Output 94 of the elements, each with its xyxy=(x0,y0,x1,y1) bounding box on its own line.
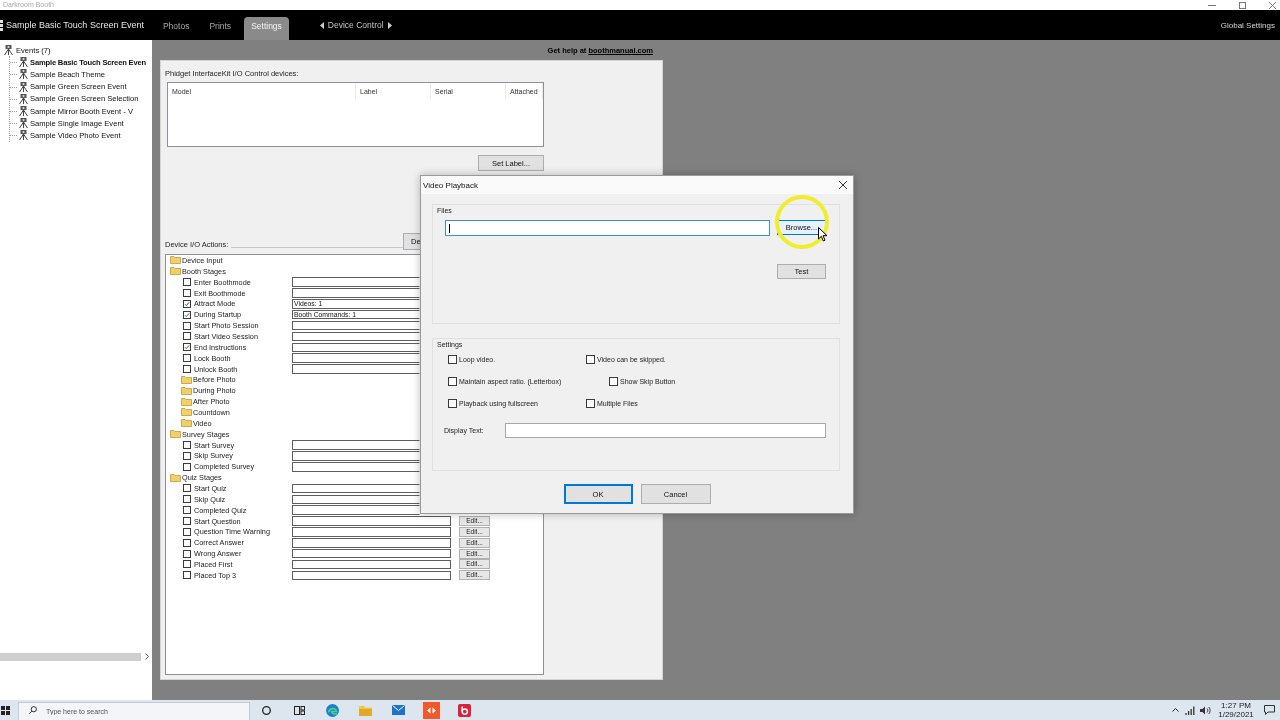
action-field[interactable] xyxy=(292,462,420,472)
action-field[interactable] xyxy=(292,288,420,298)
nav-tab[interactable]: Photos xyxy=(155,17,197,40)
action-field[interactable] xyxy=(292,505,420,515)
checkbox[interactable] xyxy=(609,376,618,386)
folder-icon xyxy=(181,375,192,384)
start-grid-icon[interactable] xyxy=(1,705,10,715)
mail-icon[interactable] xyxy=(392,705,405,715)
close-icon[interactable] xyxy=(839,181,847,189)
checkbox[interactable] xyxy=(183,571,191,580)
clock-time: 1:27 PM xyxy=(1221,701,1251,710)
dialog-title: Video Playback xyxy=(423,180,478,190)
checkbox[interactable] xyxy=(183,506,191,515)
notification-icon[interactable] xyxy=(1263,705,1275,715)
camera-tripod-icon xyxy=(19,69,28,80)
clock-date: 1/29/2021 xyxy=(1218,710,1254,719)
camera-tripod-icon xyxy=(19,93,28,104)
camera-tripod-icon xyxy=(19,57,28,68)
folder-icon xyxy=(181,386,192,395)
checkbox[interactable] xyxy=(183,527,191,536)
checkbox[interactable] xyxy=(183,332,191,341)
event-title: Sample Basic Touch Screen Event xyxy=(6,20,144,30)
camera-tripod-icon xyxy=(4,45,13,56)
action-field[interactable] xyxy=(292,451,420,461)
action-field[interactable] xyxy=(292,277,420,287)
caret-left-icon[interactable] xyxy=(319,21,324,29)
device-control-tab[interactable]: Device Control xyxy=(327,20,384,30)
checkbox[interactable] xyxy=(183,310,191,319)
checkbox[interactable] xyxy=(183,299,191,308)
checkbox[interactable] xyxy=(183,560,191,569)
checkbox[interactable] xyxy=(183,321,191,330)
camera-tripod-icon xyxy=(19,81,28,92)
camera-tripod-icon xyxy=(19,130,28,141)
highlight-ring-icon xyxy=(775,195,829,249)
checkbox[interactable] xyxy=(183,451,191,460)
checkbox[interactable] xyxy=(183,495,191,504)
checkbox[interactable] xyxy=(183,365,191,373)
signal-icon[interactable] xyxy=(1185,705,1195,715)
action-field[interactable] xyxy=(292,483,420,494)
checkbox[interactable] xyxy=(448,398,457,408)
action-field[interactable] xyxy=(292,527,451,537)
file-path-field[interactable] xyxy=(445,220,770,236)
circle-icon[interactable] xyxy=(262,705,271,715)
task-view-icon[interactable] xyxy=(294,705,305,715)
folder-icon xyxy=(181,408,192,417)
action-field[interactable] xyxy=(292,440,420,450)
folder-icon xyxy=(170,256,181,265)
minimize-icon[interactable] xyxy=(1208,4,1216,6)
caret-right-icon[interactable] xyxy=(387,21,392,29)
swirl-icon[interactable] xyxy=(326,703,339,717)
checkbox[interactable] xyxy=(183,549,191,558)
tile-arrows-icon[interactable] xyxy=(423,701,440,719)
folder-icon xyxy=(181,419,192,428)
checkbox[interactable] xyxy=(183,354,191,363)
checkbox[interactable] xyxy=(183,278,191,287)
checkbox[interactable] xyxy=(183,462,191,471)
camera-tripod-icon xyxy=(19,106,28,117)
action-field[interactable] xyxy=(292,364,420,374)
search-icon xyxy=(29,706,37,714)
checkbox[interactable] xyxy=(183,441,191,450)
nav-tab[interactable]: Prints xyxy=(202,17,239,40)
checkbox[interactable] xyxy=(586,354,595,364)
action-field[interactable] xyxy=(292,548,451,559)
action-field[interactable] xyxy=(292,331,420,342)
checkbox[interactable] xyxy=(183,484,191,493)
folder-icon xyxy=(170,430,181,439)
checkbox[interactable] xyxy=(183,517,191,526)
checkbox[interactable] xyxy=(183,343,191,352)
checkbox[interactable] xyxy=(448,354,457,364)
folder-icon xyxy=(170,267,181,276)
scrollbar-thumb[interactable] xyxy=(0,652,141,661)
checkbox[interactable] xyxy=(586,398,595,408)
folder-icon xyxy=(170,473,181,482)
action-field[interactable] xyxy=(292,538,451,548)
display-text-field[interactable] xyxy=(505,423,826,438)
vertical-dots-icon[interactable] xyxy=(0,19,3,31)
action-field[interactable] xyxy=(292,559,451,570)
action-field[interactable] xyxy=(292,494,420,505)
chevron-right-icon[interactable] xyxy=(145,653,149,660)
checkbox[interactable] xyxy=(183,538,191,547)
global-settings-link[interactable]: Global Settings xyxy=(1220,20,1275,30)
folder-icon xyxy=(181,397,192,406)
camera-tripod-icon xyxy=(19,118,28,129)
action-field[interactable] xyxy=(292,342,420,353)
action-field[interactable] xyxy=(292,320,420,331)
chevron-up-icon[interactable] xyxy=(1171,708,1179,712)
action-field[interactable] xyxy=(292,353,420,363)
checkbox[interactable] xyxy=(183,289,191,297)
pointer-cursor-icon xyxy=(818,227,828,242)
volume-icon[interactable] xyxy=(1200,705,1211,715)
action-field[interactable] xyxy=(292,516,451,526)
action-field[interactable] xyxy=(292,570,451,581)
maximize-icon[interactable] xyxy=(1239,1,1246,9)
checkbox[interactable] xyxy=(448,376,457,386)
